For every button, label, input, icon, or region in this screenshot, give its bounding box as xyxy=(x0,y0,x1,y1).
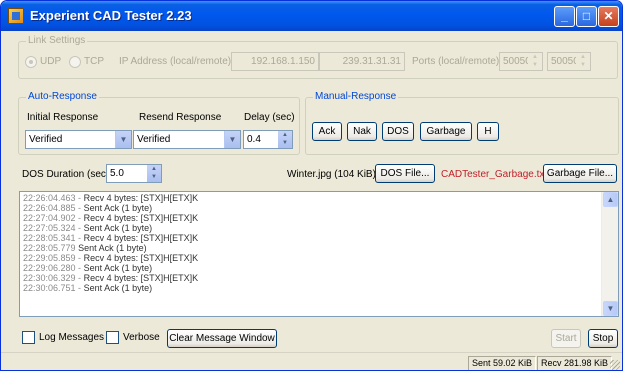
app-window: Experient CAD Tester 2.23 _ □ ✕ Link Set… xyxy=(0,0,623,371)
scroll-down-icon[interactable]: ▼ xyxy=(603,301,618,316)
initial-response-dropdown[interactable]: Verified ▼ xyxy=(25,130,132,149)
local-port-value: 50050 xyxy=(503,56,531,67)
stop-button[interactable]: Stop xyxy=(588,329,618,348)
log-line: 22:28:05.779 Sent Ack (1 byte) xyxy=(23,243,147,253)
remote-port-value: 50050 xyxy=(551,56,579,67)
local-port-spinner[interactable]: ▲ ▼ xyxy=(528,53,542,70)
initial-response-label: Initial Response xyxy=(27,112,99,123)
log-line: 22:29:06.280 - Sent Ack (1 byte) xyxy=(23,263,153,273)
chevron-down-icon[interactable]: ▼ xyxy=(224,131,240,148)
dos-file-button[interactable]: DOS File... xyxy=(375,164,435,183)
delay-field[interactable]: 0.4 ▲ ▼ xyxy=(243,130,293,149)
auto-response-label: Auto-Response xyxy=(26,91,99,102)
manual-response-label: Manual-Response xyxy=(313,91,399,102)
start-button[interactable]: Start xyxy=(551,329,581,348)
auto-response-group: Auto-Response Initial Response Resend Re… xyxy=(18,91,300,155)
sent-status: Sent 59.02 KiB xyxy=(468,356,537,370)
remote-port-field[interactable]: 50050 ▲ ▼ xyxy=(547,52,591,71)
message-log[interactable]: 22:26:04.463 - Recv 4 bytes: [STX]H[ETX]… xyxy=(19,191,619,317)
log-messages-label: Log Messages xyxy=(39,332,105,343)
delay-value: 0.4 xyxy=(247,134,261,145)
manual-response-group: Manual-Response Ack Nak DOS Garbage H xyxy=(305,91,619,155)
ack-button[interactable]: Ack xyxy=(312,122,342,141)
minimize-button[interactable]: _ xyxy=(554,6,575,27)
local-port-field[interactable]: 50050 ▲ ▼ xyxy=(499,52,543,71)
log-line: 22:30:06.329 - Recv 4 bytes: [STX]H[ETX]… xyxy=(23,273,199,283)
dos-duration-value: 5.0 xyxy=(110,168,124,179)
dos-duration-spinner[interactable]: ▲ ▼ xyxy=(147,165,161,182)
tcp-radio[interactable] xyxy=(69,56,81,68)
garbage-button[interactable]: Garbage xyxy=(420,122,472,141)
log-line: 22:29:05.859 - Recv 4 bytes: [STX]H[ETX]… xyxy=(23,253,199,263)
log-line: 22:27:05.324 - Sent Ack (1 byte) xyxy=(23,223,153,233)
udp-label: UDP xyxy=(40,56,62,67)
dos-duration-label: DOS Duration (sec) xyxy=(22,169,110,180)
dos-file-name: Winter.jpg (104 KiB) xyxy=(287,169,376,180)
resend-response-value: Verified xyxy=(137,134,171,145)
initial-response-value: Verified xyxy=(29,134,63,145)
clear-message-window-button[interactable]: Clear Message Window xyxy=(167,329,277,348)
log-line: 22:26:04.463 - Recv 4 bytes: [STX]H[ETX]… xyxy=(23,193,199,203)
scroll-up-icon[interactable]: ▲ xyxy=(603,192,618,207)
log-line: 22:30:06.751 - Sent Ack (1 byte) xyxy=(23,283,153,293)
dos-button[interactable]: DOS xyxy=(382,122,414,141)
delay-label: Delay (sec) xyxy=(244,112,295,123)
link-settings-group: Link Settings UDP TCP IP Address (local/… xyxy=(18,35,618,79)
ip-address-label: IP Address (local/remote) xyxy=(119,56,232,67)
status-bar: Sent 59.02 KiB Recv 281.98 KiB xyxy=(1,352,622,370)
close-button[interactable]: ✕ xyxy=(598,6,619,27)
garbage-file-name: CADTester_Garbage.txt xyxy=(441,169,548,180)
udp-radio[interactable] xyxy=(25,56,37,68)
h-button[interactable]: H xyxy=(477,122,499,141)
log-messages-checkbox[interactable] xyxy=(22,331,35,344)
remote-ip-field[interactable]: 239.31.31.31 xyxy=(319,52,405,71)
remote-port-spinner[interactable]: ▲ ▼ xyxy=(576,53,590,70)
log-scrollbar[interactable]: ▲ ▼ xyxy=(601,192,618,316)
nak-button[interactable]: Nak xyxy=(347,122,377,141)
tcp-label: TCP xyxy=(84,56,104,67)
title-bar[interactable]: Experient CAD Tester 2.23 _ □ ✕ xyxy=(1,1,622,31)
link-settings-label: Link Settings xyxy=(26,35,88,46)
maximize-button[interactable]: □ xyxy=(576,6,597,27)
resize-grip-icon[interactable] xyxy=(610,360,620,370)
window-title: Experient CAD Tester 2.23 xyxy=(30,8,192,23)
garbage-file-button[interactable]: Garbage File... xyxy=(543,164,617,183)
app-icon xyxy=(8,8,24,24)
verbose-checkbox[interactable] xyxy=(106,331,119,344)
recv-status: Recv 281.98 KiB xyxy=(537,356,613,370)
log-line: 22:27:04.902 - Recv 4 bytes: [STX]H[ETX]… xyxy=(23,213,199,223)
dos-duration-field[interactable]: 5.0 ▲ ▼ xyxy=(106,164,162,183)
log-line: 22:28:05.341 - Recv 4 bytes: [STX]H[ETX]… xyxy=(23,233,199,243)
log-line: 22:26:04.885 - Sent Ack (1 byte) xyxy=(23,203,153,213)
local-ip-field[interactable]: 192.168.1.150 xyxy=(231,52,319,71)
verbose-label: Verbose xyxy=(123,332,160,343)
ports-label: Ports (local/remote) xyxy=(412,56,500,67)
resend-response-dropdown[interactable]: Verified ▼ xyxy=(133,130,241,149)
chevron-down-icon[interactable]: ▼ xyxy=(115,131,131,148)
resend-response-label: Resend Response xyxy=(139,112,222,123)
delay-spinner[interactable]: ▲ ▼ xyxy=(278,131,292,148)
